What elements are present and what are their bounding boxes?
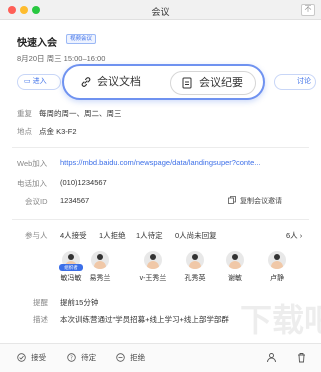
participant-name: 卢静: [270, 275, 284, 282]
reminder-value: 提前15分钟: [60, 298, 99, 307]
enter-meeting-label: 进入: [32, 78, 47, 85]
avatar: [226, 251, 244, 269]
meeting-doc-button[interactable]: 会议文档: [70, 71, 158, 95]
location-value: 点金 K3-F2: [39, 127, 77, 136]
participant-name: 谢敏: [228, 275, 242, 282]
copy-invite-label: 复制会议邀请: [239, 198, 282, 205]
repeat-label: 重复: [17, 109, 32, 118]
participant-name: 敏冯敏: [60, 275, 82, 282]
participant[interactable]: 谢敏: [220, 251, 250, 283]
repeat-value: 每周的周一、周二、周三: [39, 109, 122, 118]
title-bar: 会议 不: [0, 0, 321, 20]
document-icon: [182, 77, 192, 89]
accept-label: 接受: [31, 353, 47, 362]
organizer-badge: 组织者: [59, 264, 83, 271]
no-reply-count[interactable]: 0人尚未回复: [175, 230, 217, 241]
avatar: [91, 251, 109, 269]
response-bar: 接受 ? 待定 拒绝: [0, 343, 321, 372]
decline-label: 拒绝: [130, 353, 146, 362]
pin-button[interactable]: 不: [301, 4, 315, 16]
enter-meeting-tab[interactable]: ▭ 进入: [17, 74, 61, 90]
question-circle-icon: ?: [67, 353, 76, 362]
window-title: 会议: [151, 7, 170, 17]
location-label: 地点: [17, 127, 32, 136]
declined-count[interactable]: 1人拒绝: [99, 230, 126, 241]
link-icon: [81, 77, 91, 87]
participant[interactable]: v-王秀兰: [138, 251, 168, 283]
meeting-summary-button[interactable]: 会议纪要: [170, 71, 256, 95]
phone-join-value: (010)1234567: [60, 178, 107, 187]
meeting-docs-popover: 会议文档 会议纪要: [62, 64, 265, 100]
participant-name: v-王秀兰: [139, 275, 167, 282]
divider: [12, 147, 309, 148]
video-icon: ▭: [24, 78, 31, 85]
participant[interactable]: 孔秀英: [180, 251, 210, 283]
web-join-link[interactable]: https://mbd.baidu.com/newspage/data/land…: [60, 158, 261, 167]
participant-name: 易秀兰: [89, 275, 111, 282]
avatar: [144, 251, 162, 269]
check-circle-icon: [17, 353, 26, 362]
tentative-label: 待定: [81, 353, 97, 362]
discuss-tab[interactable]: 讨论: [274, 74, 316, 90]
divider: [12, 219, 309, 220]
meeting-doc-label: 会议文档: [97, 76, 141, 88]
web-join-label: Web加入: [17, 159, 48, 168]
meeting-time: 8月20日 周三 15:00–16:00: [17, 54, 106, 63]
accept-button[interactable]: 接受: [17, 352, 46, 363]
svg-text:?: ?: [70, 355, 73, 361]
description-value: 本次训练营通过"学员招募+线上学习+线上部学部群: [60, 315, 229, 324]
copy-invite-button[interactable]: 复制会议邀请: [228, 196, 282, 206]
participant-name: 孔秀英: [184, 275, 206, 282]
video-meeting-badge: 视频会议: [66, 34, 97, 44]
participant[interactable]: 组织者 敏冯敏: [56, 251, 86, 283]
participants-label: 参与人: [25, 231, 48, 240]
participant[interactable]: 卢静: [262, 251, 292, 283]
delete-icon[interactable]: [296, 352, 307, 363]
participants-count-link[interactable]: 6人 ›: [286, 230, 302, 241]
copy-icon: [228, 196, 236, 204]
reminder-label: 提醒: [33, 298, 48, 307]
decline-button[interactable]: 拒绝: [116, 352, 145, 363]
avatar: [186, 251, 204, 269]
share-icon[interactable]: [266, 352, 277, 363]
description-label: 描述: [33, 315, 48, 324]
minus-circle-icon: [116, 353, 125, 362]
phone-join-label: 电话加入: [17, 179, 47, 188]
accepted-count[interactable]: 4人接受: [60, 230, 87, 241]
meeting-summary-label: 会议纪要: [199, 77, 243, 89]
meeting-title: 快速入会: [17, 38, 57, 49]
meeting-window: 会议 不 快速入会 视频会议 8月20日 周三 15:00–16:00 ▭ 进入…: [0, 0, 321, 372]
avatar: [268, 251, 286, 269]
meeting-id-value: 1234567: [60, 196, 90, 205]
tentative-button[interactable]: ? 待定: [67, 352, 96, 363]
participant[interactable]: 易秀兰: [85, 251, 115, 283]
meeting-id-label: 会议ID: [25, 197, 48, 206]
watermark: 下载吧: [240, 302, 321, 338]
tentative-count[interactable]: 1人待定: [136, 230, 163, 241]
